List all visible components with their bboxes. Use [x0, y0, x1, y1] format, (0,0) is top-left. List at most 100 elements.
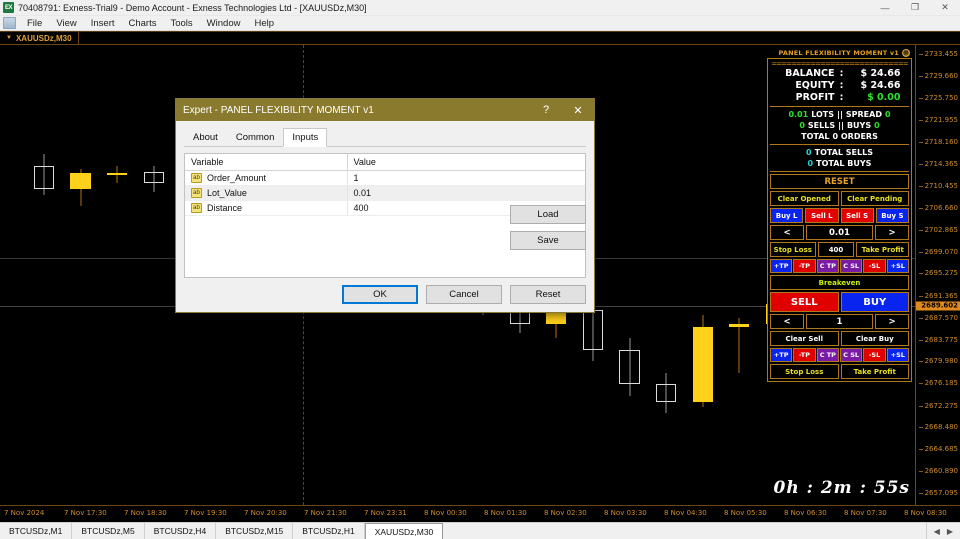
price-tick: 2725.750: [918, 94, 958, 102]
account-balance-row: BALANCE : $ 24.66: [770, 68, 909, 80]
buys-count: 0: [874, 121, 880, 130]
sells-label: SELLS: [807, 121, 836, 130]
string-type-icon: ab: [191, 188, 202, 198]
time-tick: 7 Nov 2024: [4, 509, 45, 517]
clear-sell-button[interactable]: Clear Sell: [770, 331, 839, 346]
price-tick: 2702.865: [918, 226, 958, 234]
maximize-icon[interactable]: ❐: [900, 0, 930, 16]
ok-button[interactable]: OK: [342, 285, 418, 304]
add-tp-button-bottom[interactable]: +TP: [770, 348, 793, 362]
time-tick: 8 Nov 05:30: [724, 509, 767, 517]
current-price-marker: 2689.602: [916, 301, 960, 311]
breakeven-button[interactable]: Breakeven: [770, 275, 909, 290]
sell-stop-button[interactable]: Sell S: [840, 208, 874, 223]
profit-colon: :: [839, 92, 844, 103]
total-buys-label: TOTAL BUYS: [816, 159, 872, 168]
order-increase-button[interactable]: >: [875, 314, 909, 329]
menu-item-tools[interactable]: Tools: [163, 17, 199, 30]
sell-limit-button[interactable]: Sell L: [805, 208, 839, 223]
nav-right-icon[interactable]: ▶: [947, 527, 953, 536]
sell-button[interactable]: SELL: [770, 292, 839, 312]
bottom-tab-xauusd-m30[interactable]: XAUUSDz,M30: [364, 523, 444, 539]
tab-common[interactable]: Common: [227, 128, 284, 147]
chevron-down-icon[interactable]: ▼: [6, 35, 12, 41]
candlestick: [70, 168, 91, 206]
dialog-tabs: About Common Inputs: [184, 128, 586, 147]
tab-about[interactable]: About: [184, 128, 227, 147]
menu-item-view[interactable]: View: [49, 17, 83, 30]
buy-limit-button[interactable]: Buy L: [770, 208, 804, 223]
bottom-tab-btcusd-m1[interactable]: BTCUSDz,M1: [0, 523, 73, 539]
remove-sl-button-top[interactable]: -SL: [863, 259, 886, 273]
lot-size-value[interactable]: 0.01: [806, 225, 873, 240]
reset-button[interactable]: RESET: [770, 174, 909, 189]
buy-button[interactable]: BUY: [840, 292, 909, 312]
remove-tp-button-top[interactable]: -TP: [793, 259, 816, 273]
price-tick: 2657.095: [918, 489, 958, 497]
clear-pending-button[interactable]: Clear Pending: [840, 191, 909, 206]
bottom-tab-btcusd-m5[interactable]: BTCUSDz,M5: [72, 523, 145, 539]
stop-loss-label-top[interactable]: Stop Loss: [770, 242, 816, 257]
close-icon[interactable]: ✕: [930, 0, 960, 16]
clear-buy-button[interactable]: Clear Buy: [840, 331, 909, 346]
cancel-button[interactable]: Cancel: [426, 285, 502, 304]
price-scale[interactable]: 2733.455 2729.660 2725.750 2721.955 2718.160…: [915, 45, 960, 505]
table-row[interactable]: ab Lot_Value 0.01: [185, 185, 585, 201]
bottom-tab-btcusd-m15[interactable]: BTCUSDz,M15: [216, 523, 294, 539]
input-value-order-amount[interactable]: 1: [347, 170, 585, 186]
ea-trading-panel[interactable]: PANEL FLEXIBILITY MOMENT v1 ☻ ==========…: [767, 48, 912, 382]
remove-tp-button-bottom[interactable]: -TP: [793, 348, 816, 362]
reset-button[interactable]: Reset: [510, 285, 586, 304]
clear-tp-button-top[interactable]: C TP: [816, 259, 839, 273]
stop-loss-label-bottom[interactable]: Stop Loss: [770, 364, 839, 379]
menu-item-insert[interactable]: Insert: [84, 17, 122, 30]
menu-item-file[interactable]: File: [20, 17, 49, 30]
time-scale[interactable]: 7 Nov 2024 7 Nov 17:30 7 Nov 18:30 7 Nov 19…: [0, 505, 960, 522]
take-profit-label-bottom[interactable]: Take Profit: [840, 364, 909, 379]
window-controls: — ❐ ✕: [870, 0, 960, 16]
time-tick: 8 Nov 08:30: [904, 509, 947, 517]
take-profit-label-top[interactable]: Take Profit: [856, 242, 909, 257]
balance-value: $ 24.66: [860, 68, 901, 79]
distance-value-field[interactable]: 400: [817, 242, 855, 257]
add-tp-button-top[interactable]: +TP: [770, 259, 793, 273]
clear-sl-button-top[interactable]: C SL: [839, 259, 863, 273]
profit-value: $ 0.00: [867, 92, 901, 103]
menu-system-icon[interactable]: [3, 17, 16, 29]
bottom-tab-btcusd-h4[interactable]: BTCUSDz,H4: [145, 523, 217, 539]
chart-tab-xauusd[interactable]: ▼ XAUUSDz,M30: [0, 32, 79, 45]
add-sl-button-bottom[interactable]: +SL: [886, 348, 909, 362]
nav-left-icon[interactable]: ◀: [934, 527, 940, 536]
menu-item-help[interactable]: Help: [247, 17, 281, 30]
menu-item-window[interactable]: Window: [200, 17, 248, 30]
clear-opened-button[interactable]: Clear Opened: [770, 191, 839, 206]
lot-increase-button[interactable]: >: [875, 225, 909, 240]
order-amount-value[interactable]: 1: [806, 314, 873, 329]
dialog-close-icon[interactable]: ✕: [562, 99, 594, 121]
input-variable-cell: ab Distance: [185, 200, 348, 216]
balance-colon: :: [839, 68, 844, 79]
time-tick: 7 Nov 20:30: [244, 509, 287, 517]
minimize-icon[interactable]: —: [870, 0, 900, 16]
price-tick: 2683.775: [918, 336, 958, 344]
equity-label: EQUITY: [795, 80, 835, 91]
input-value-lot-value[interactable]: 0.01: [347, 185, 585, 201]
buy-stop-button[interactable]: Buy S: [875, 208, 909, 223]
price-tick: 2733.455: [918, 50, 958, 58]
menu-item-charts[interactable]: Charts: [122, 17, 164, 30]
price-tick: 2676.185: [918, 379, 958, 387]
save-button[interactable]: Save: [510, 231, 586, 250]
load-button[interactable]: Load: [510, 205, 586, 224]
order-decrease-button[interactable]: <: [770, 314, 804, 329]
table-row[interactable]: ab Order_Amount 1: [185, 170, 585, 186]
dialog-body: About Common Inputs Variable Value ab Or…: [176, 121, 594, 312]
lot-decrease-button[interactable]: <: [770, 225, 804, 240]
remove-sl-button-bottom[interactable]: -SL: [863, 348, 886, 362]
tab-inputs[interactable]: Inputs: [283, 128, 328, 147]
clear-sl-button-bottom[interactable]: C SL: [839, 348, 863, 362]
help-icon[interactable]: ?: [530, 99, 562, 121]
bottom-tab-btcusd-h1[interactable]: BTCUSDz,H1: [293, 523, 365, 539]
add-sl-button-top[interactable]: +SL: [886, 259, 909, 273]
clear-tp-button-bottom[interactable]: C TP: [816, 348, 839, 362]
expert-properties-dialog[interactable]: Expert - PANEL FLEXIBILITY MOMENT v1 ? ✕…: [175, 98, 595, 313]
